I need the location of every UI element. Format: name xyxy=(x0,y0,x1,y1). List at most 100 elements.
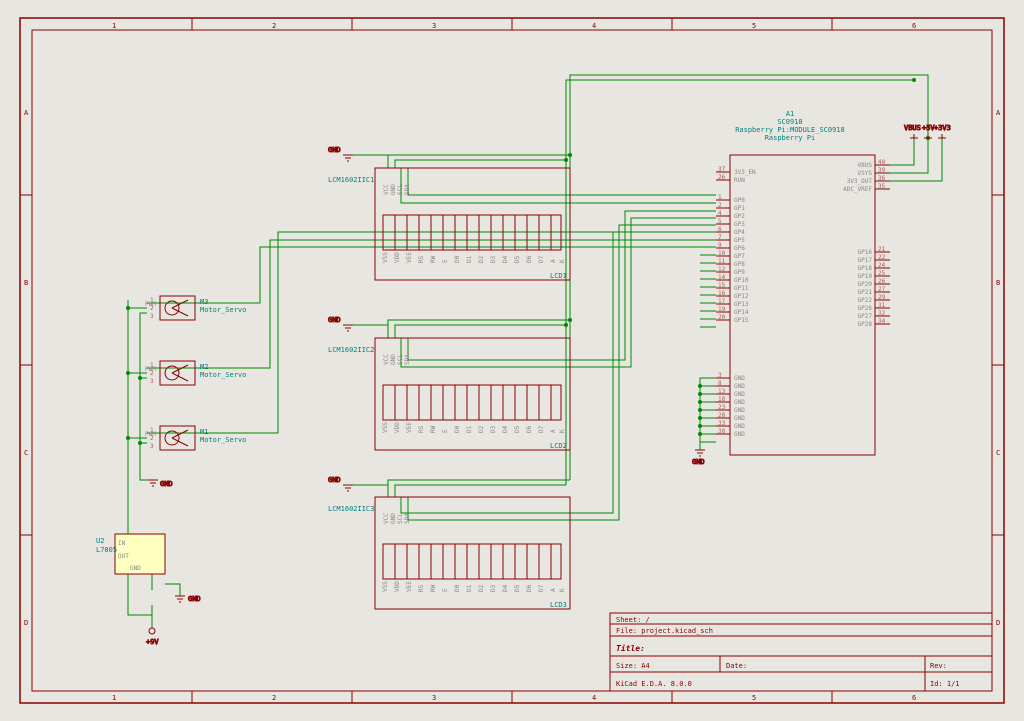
gnd-lcd3: GND xyxy=(328,476,353,491)
p9v: +9V xyxy=(146,628,159,646)
svg-text:6: 6 xyxy=(912,694,916,702)
svg-text:D7: D7 xyxy=(538,425,545,433)
svg-text:1: 1 xyxy=(112,694,116,702)
svg-text:GP13: GP13 xyxy=(734,301,749,308)
svg-text:D1: D1 xyxy=(466,255,473,263)
svg-text:RW: RW xyxy=(430,584,437,592)
svg-text:GND: GND xyxy=(390,184,397,195)
svg-text:OUT: OUT xyxy=(118,553,129,560)
svg-text:33: 33 xyxy=(718,420,726,427)
svg-text:File: project.kicad_sch: File: project.kicad_sch xyxy=(616,627,713,635)
svg-text:GP8: GP8 xyxy=(734,261,745,268)
svg-text:VEE: VEE xyxy=(406,581,413,592)
svg-text:SCL: SCL xyxy=(397,184,404,195)
svg-text:GND: GND xyxy=(734,431,745,438)
svg-text:IN: IN xyxy=(118,540,126,547)
svg-text:15: 15 xyxy=(718,282,726,289)
svg-text:24: 24 xyxy=(878,262,886,269)
svg-text:VEE: VEE xyxy=(406,252,413,263)
svg-text:Raspberry Pi: Raspberry Pi xyxy=(765,134,816,142)
svg-text:Motor_Servo: Motor_Servo xyxy=(200,436,246,444)
lcd3: LCM1602IIC3 LCD3 VCC GND SCL SDA VSS VDD… xyxy=(328,497,570,609)
svg-text:GND: GND xyxy=(734,375,745,382)
svg-text:4: 4 xyxy=(718,210,722,217)
svg-text:1: 1 xyxy=(112,22,116,30)
svg-text:GP17: GP17 xyxy=(858,257,873,264)
svg-text:9: 9 xyxy=(718,242,722,249)
svg-text:6: 6 xyxy=(718,226,722,233)
svg-text:21: 21 xyxy=(878,246,886,253)
svg-text:Id: 1/1: Id: 1/1 xyxy=(930,680,960,688)
svg-text:D0: D0 xyxy=(454,425,461,433)
svg-text:2: 2 xyxy=(150,305,154,312)
svg-text:SDA: SDA xyxy=(404,354,411,365)
svg-text:GP21: GP21 xyxy=(858,289,873,296)
svg-text:LCD1: LCD1 xyxy=(550,272,567,280)
svg-text:Motor_Servo: Motor_Servo xyxy=(200,371,246,379)
svg-text:5: 5 xyxy=(718,218,722,225)
svg-text:GND: GND xyxy=(734,399,745,406)
svg-text:GP14: GP14 xyxy=(734,309,749,316)
svg-text:GP10: GP10 xyxy=(734,277,749,284)
svg-text:D2: D2 xyxy=(478,425,485,433)
svg-text:17: 17 xyxy=(718,298,726,305)
svg-text:D4: D4 xyxy=(502,255,509,263)
svg-text:LCD3: LCD3 xyxy=(550,601,567,609)
svg-text:GND: GND xyxy=(734,407,745,414)
svg-text:GND: GND xyxy=(390,354,397,365)
svg-text:Size: A4: Size: A4 xyxy=(616,662,650,670)
svg-text:K: K xyxy=(559,259,566,263)
svg-text:LCM1602IIC2: LCM1602IIC2 xyxy=(328,346,374,354)
svg-text:VSS: VSS xyxy=(382,581,389,592)
svg-text:A: A xyxy=(24,109,29,117)
gnd-lcd2: GND xyxy=(328,316,353,331)
svg-text:GP19: GP19 xyxy=(858,273,873,280)
servo-m2: M2 Motor_Servo PWM 1 2 3 xyxy=(145,361,246,385)
servos: M3 Motor_Servo PWM 1 2 3 M2 Motor_Servo … xyxy=(145,296,246,450)
svg-text:GND: GND xyxy=(734,391,745,398)
svg-text:A: A xyxy=(550,429,557,433)
svg-text:35: 35 xyxy=(878,183,886,190)
svg-text:GP9: GP9 xyxy=(734,269,745,276)
svg-text:2: 2 xyxy=(272,694,276,702)
svg-text:8: 8 xyxy=(718,380,722,387)
svg-text:D4: D4 xyxy=(502,584,509,592)
title-block: Sheet: / File: project.kicad_sch Title: … xyxy=(610,613,992,691)
svg-text:5: 5 xyxy=(752,22,756,30)
svg-text:GND: GND xyxy=(328,146,341,154)
svg-text:D3: D3 xyxy=(490,425,497,433)
svg-text:D5: D5 xyxy=(514,425,521,433)
svg-text:RS: RS xyxy=(418,425,425,433)
schematic-canvas[interactable]: 1 2 3 4 5 6 1 2 3 4 5 6 A B C D A B C D xyxy=(0,0,1024,721)
svg-text:D7: D7 xyxy=(538,584,545,592)
svg-text:10: 10 xyxy=(718,250,726,257)
svg-text:VSS: VSS xyxy=(382,422,389,433)
svg-text:A: A xyxy=(996,109,1001,117)
svg-text:GP12: GP12 xyxy=(734,293,749,300)
svg-text:A1: A1 xyxy=(786,110,794,118)
p3v3: +3V3 xyxy=(934,124,951,138)
svg-text:Raspberry Pi:MODULE_SC0918: Raspberry Pi:MODULE_SC0918 xyxy=(735,126,845,134)
svg-text:1: 1 xyxy=(150,427,154,434)
svg-text:D: D xyxy=(996,619,1000,627)
svg-text:VBUS: VBUS xyxy=(858,162,873,169)
svg-text:D: D xyxy=(24,619,28,627)
svg-text:29: 29 xyxy=(878,294,886,301)
svg-text:K: K xyxy=(559,588,566,592)
svg-text:3V3_EN: 3V3_EN xyxy=(734,169,756,176)
svg-text:GND: GND xyxy=(390,513,397,524)
svg-text:GP5: GP5 xyxy=(734,237,745,244)
svg-text:13: 13 xyxy=(718,388,726,395)
svg-text:VDD: VDD xyxy=(394,422,401,433)
svg-text:3: 3 xyxy=(718,372,722,379)
svg-text:GP16: GP16 xyxy=(858,249,873,256)
svg-text:1: 1 xyxy=(150,362,154,369)
lcd2: LCM1602IIC2 LCD2 VCC GND SCL SDA VSS VDD… xyxy=(328,338,570,450)
svg-text:VEE: VEE xyxy=(406,422,413,433)
svg-text:34: 34 xyxy=(878,318,886,325)
svg-text:14: 14 xyxy=(718,274,726,281)
svg-text:27: 27 xyxy=(878,286,886,293)
svg-text:K: K xyxy=(559,429,566,433)
svg-text:28: 28 xyxy=(718,412,726,419)
svg-text:5: 5 xyxy=(752,694,756,702)
